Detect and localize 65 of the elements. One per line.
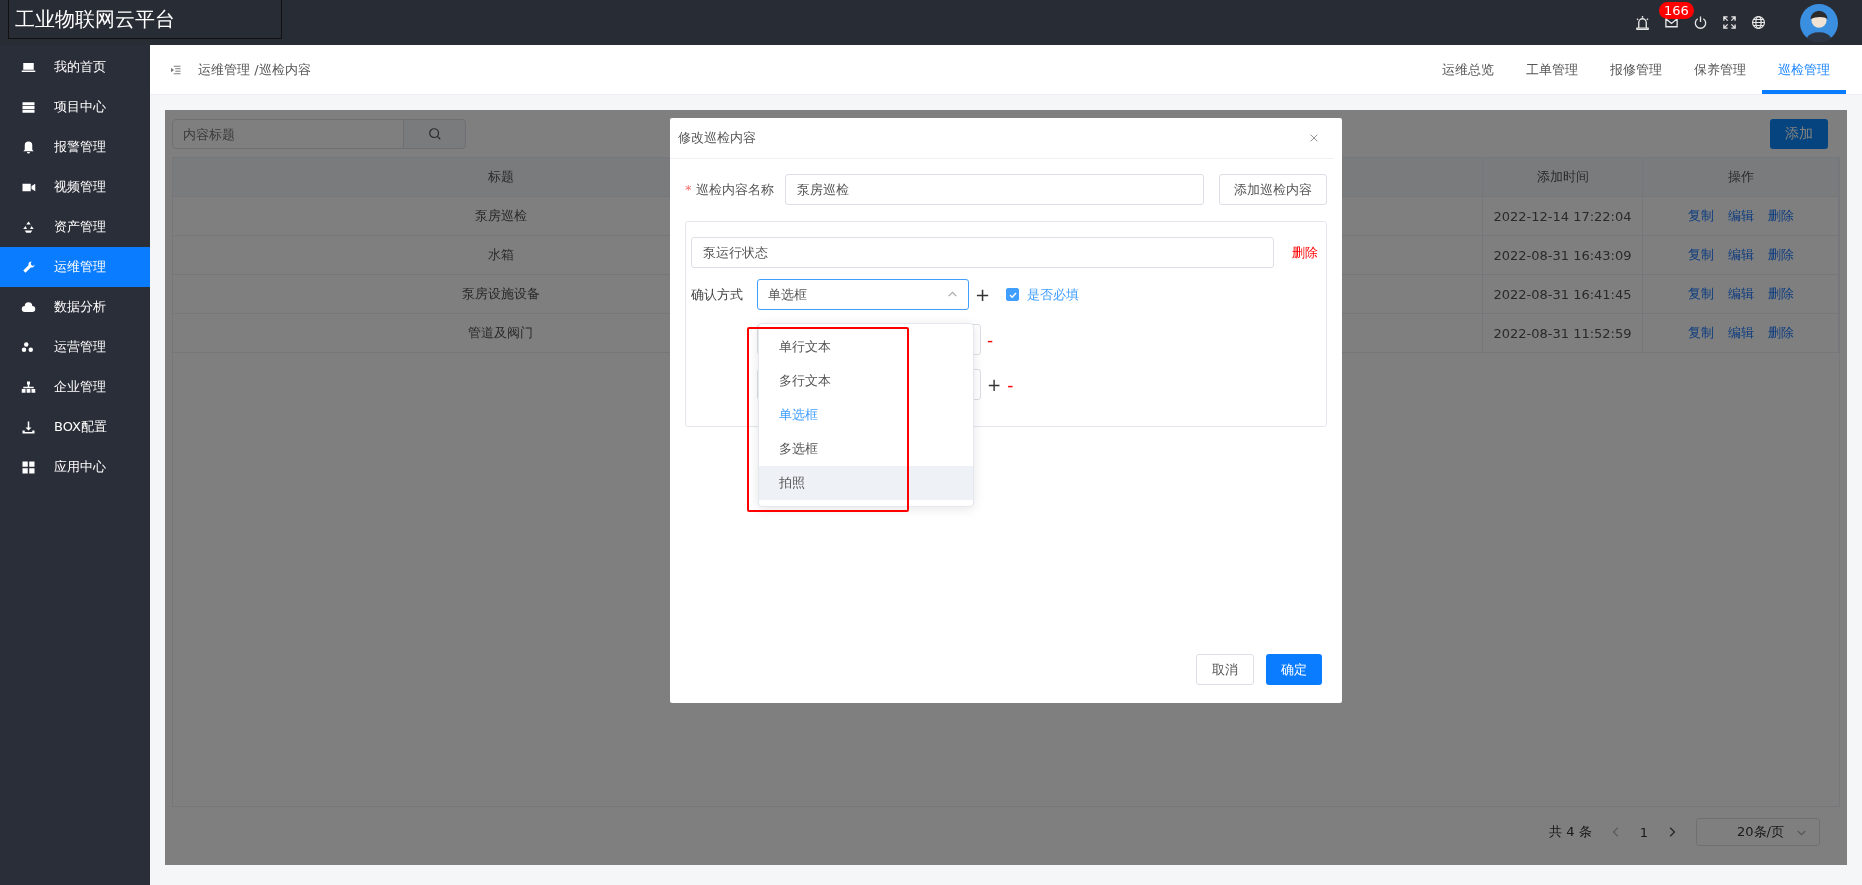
nav-tab[interactable]: 巡检管理	[1762, 45, 1846, 94]
sidebar-item[interactable]: 资产管理	[0, 207, 150, 247]
collapse-menu-icon[interactable]	[170, 63, 182, 76]
confirm-button[interactable]: 确定	[1266, 654, 1322, 685]
dropdown-option[interactable]: 多行文本	[759, 364, 973, 398]
page-number[interactable]: 1	[1639, 824, 1648, 840]
nav-tab[interactable]: 运维总览	[1426, 45, 1510, 94]
table-cell: 2022-12-14 17:22:04	[1483, 197, 1643, 235]
notification-badge: 166	[1659, 2, 1694, 19]
nav-tab[interactable]: 工单管理	[1510, 45, 1594, 94]
menu-item-icon	[21, 139, 36, 155]
column-header: 添加时间	[1483, 158, 1643, 196]
app-title: 工业物联网云平台	[8, 0, 282, 39]
menu-item-icon	[21, 419, 36, 435]
nav-tab[interactable]: 保养管理	[1678, 45, 1762, 94]
close-icon[interactable]	[1309, 133, 1319, 143]
sidebar-item[interactable]: BOX配置	[0, 407, 150, 447]
page-size-select[interactable]: 20条/页	[1696, 818, 1820, 846]
menu-item-icon	[21, 219, 36, 235]
dropdown-option[interactable]: 多选框	[759, 432, 973, 466]
sidebar-item[interactable]: 应用中心	[0, 447, 150, 487]
total-count: 共 4 条	[1549, 823, 1592, 841]
fullscreen-icon[interactable]	[1722, 15, 1737, 30]
add-content-button[interactable]: 添加巡检内容	[1219, 174, 1327, 205]
avatar[interactable]	[1800, 3, 1838, 42]
sidebar-item[interactable]: 视频管理	[0, 167, 150, 207]
globe-icon[interactable]	[1751, 15, 1766, 30]
delete-link[interactable]: 删除	[1292, 243, 1318, 262]
menu-item-icon	[21, 459, 36, 475]
sidebar-item[interactable]: 报警管理	[0, 127, 150, 167]
sidebar-item[interactable]: 运营管理	[0, 327, 150, 367]
table-cell: 2022-08-31 16:41:45	[1483, 275, 1643, 313]
sidebar-item[interactable]: 运维管理	[0, 247, 150, 287]
breadcrumb: 运维管理 /巡检内容	[198, 60, 311, 79]
nav-tab[interactable]: 报修管理	[1594, 45, 1678, 94]
search-icon	[427, 127, 442, 141]
required-checkbox[interactable]	[1006, 288, 1020, 301]
sidebar-item[interactable]: 企业管理	[0, 367, 150, 407]
menu-item-icon	[21, 299, 36, 315]
cancel-button[interactable]: 取消	[1196, 654, 1254, 685]
field-label: 巡检内容名称	[695, 180, 774, 199]
option-symbol[interactable]: -	[1007, 374, 1014, 395]
sidebar-item[interactable]: 我的首页	[0, 47, 150, 87]
menu-item-icon	[21, 259, 36, 275]
field-label: 确认方式	[691, 285, 744, 304]
table-cell: 2022-08-31 16:43:09	[1483, 236, 1643, 274]
power-icon[interactable]	[1693, 15, 1708, 30]
menu-item-icon	[21, 339, 36, 355]
required-mark: *	[685, 182, 692, 197]
search-field[interactable]: 内容标题	[172, 119, 404, 149]
sidebar-item[interactable]: 数据分析	[0, 287, 150, 327]
dropdown-option[interactable]: 拍照	[759, 466, 973, 500]
add-symbol[interactable]: +	[975, 284, 991, 305]
name-input[interactable]: 泵房巡检	[784, 174, 1204, 205]
dialog-title: 修改巡检内容	[678, 129, 756, 147]
alarm-light-icon[interactable]	[1635, 15, 1650, 30]
option-symbol[interactable]: -	[987, 329, 994, 350]
menu-item-icon	[21, 99, 36, 115]
option-symbol[interactable]: +	[987, 374, 1002, 395]
item-name-input[interactable]: 泵运行状态	[691, 237, 1274, 268]
menu-item-icon	[21, 379, 36, 395]
column-header: 操作	[1643, 158, 1839, 196]
method-select[interactable]: 单选框	[757, 279, 969, 310]
sidebar-item[interactable]: 项目中心	[0, 87, 150, 127]
table-cell: 2022-08-31 11:52:59	[1483, 314, 1643, 352]
